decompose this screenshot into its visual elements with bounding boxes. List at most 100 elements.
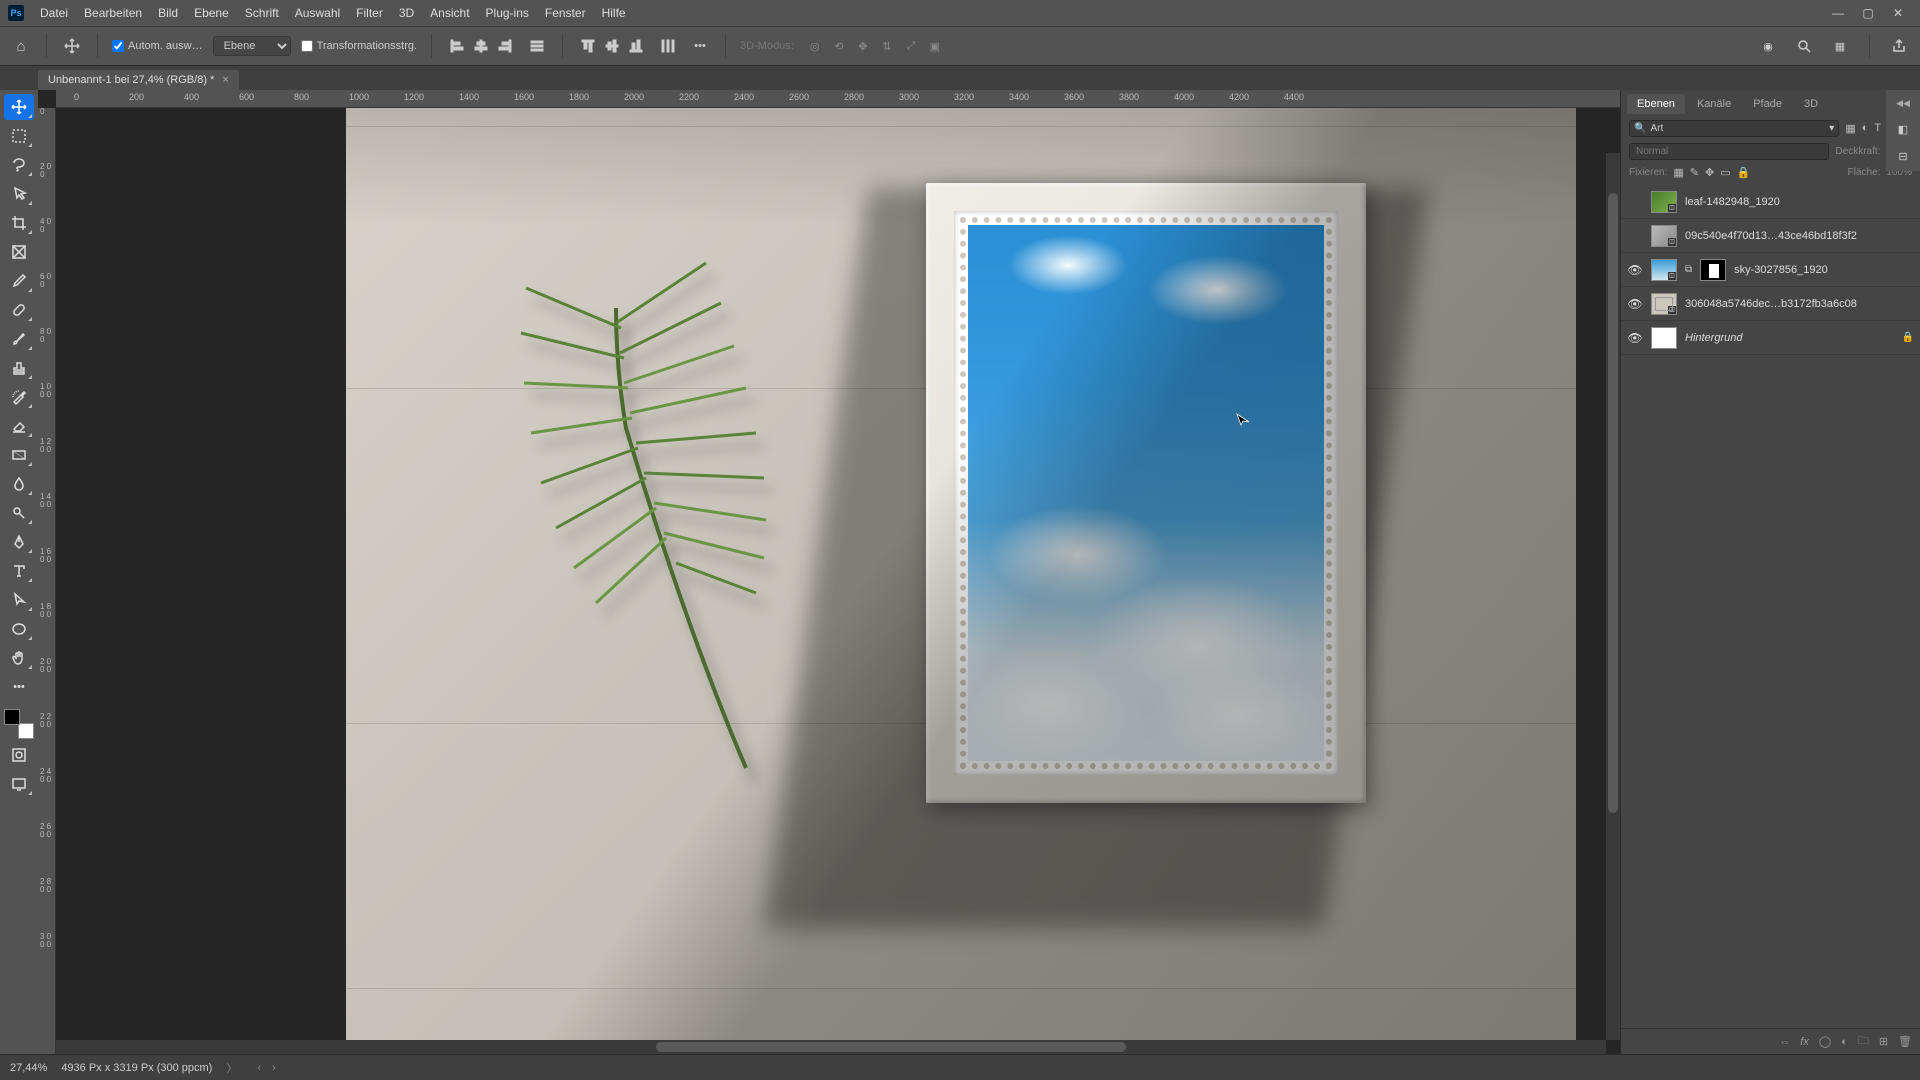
move-tool[interactable] (4, 94, 34, 120)
auto-select-checkbox[interactable]: Autom. ausw… (112, 40, 203, 52)
layer-name[interactable]: leaf-1482948_1920 (1685, 196, 1914, 208)
transform-controls-checkbox[interactable]: Transformationsstrg. (301, 40, 417, 52)
workspace-icon[interactable]: ▦ (1829, 35, 1851, 57)
visibility-toggle[interactable]: 👁 (1627, 263, 1643, 277)
menu-schrift[interactable]: Schrift (237, 3, 287, 23)
move-tool-icon[interactable] (61, 35, 83, 57)
type-tool[interactable] (4, 558, 34, 584)
menu-hilfe[interactable]: Hilfe (594, 3, 634, 23)
stamp-tool[interactable] (4, 355, 34, 381)
mask-icon[interactable]: ◯ (1819, 1035, 1831, 1048)
align-middle-icon[interactable] (601, 35, 623, 57)
eyedropper-tool[interactable] (4, 268, 34, 294)
horizontal-scrollbar[interactable] (56, 1040, 1606, 1054)
layer-row[interactable]: 👁 Hintergrund 🔒 (1621, 321, 1920, 355)
crop-tool[interactable] (4, 210, 34, 236)
properties-panel-icon[interactable]: ⊟ (1898, 150, 1907, 163)
dodge-tool[interactable] (4, 500, 34, 526)
tab-3d[interactable]: 3D (1794, 94, 1828, 114)
group-icon[interactable]: 🗀 (1858, 1032, 1869, 1051)
canvas[interactable] (56, 108, 1620, 1054)
auto-select-target[interactable]: Ebene (213, 36, 291, 56)
menu-3d[interactable]: 3D (391, 3, 422, 23)
adjustment-icon[interactable]: ◐ (1841, 1036, 1848, 1048)
fx-icon[interactable]: fx (1800, 1036, 1809, 1048)
home-icon[interactable]: ⌂ (10, 35, 32, 57)
visibility-toggle[interactable]: 👁 (1627, 331, 1643, 345)
lasso-tool[interactable] (4, 152, 34, 178)
shape-tool[interactable] (4, 616, 34, 642)
vertical-scrollbar[interactable] (1606, 153, 1620, 1040)
tab-paths[interactable]: Pfade (1743, 94, 1792, 114)
share-icon[interactable] (1888, 35, 1910, 57)
layer-filter[interactable]: 🔍 Art ▾ (1629, 120, 1839, 137)
maximize-button[interactable]: ▢ (1860, 5, 1876, 21)
color-panel-icon[interactable]: ◧ (1898, 123, 1908, 136)
layer-row[interactable]: ◫ 09c540e4f70d13…43ce46bd18f3f2 (1621, 219, 1920, 253)
lock-icons[interactable]: ▦✎✥▭🔒 (1673, 166, 1750, 179)
eraser-tool[interactable] (4, 413, 34, 439)
close-tab-icon[interactable]: × (222, 74, 228, 86)
layer-name[interactable]: Hintergrund (1685, 332, 1894, 344)
align-right-icon[interactable] (494, 35, 516, 57)
lock-icon[interactable]: 🔒 (1902, 332, 1914, 343)
menu-fenster[interactable]: Fenster (537, 3, 594, 23)
pen-tool[interactable] (4, 529, 34, 555)
tab-layers[interactable]: Ebenen (1627, 94, 1685, 114)
gradient-tool[interactable] (4, 442, 34, 468)
search-icon[interactable] (1793, 35, 1815, 57)
minimize-button[interactable]: — (1830, 5, 1846, 21)
expand-arrow-icon[interactable]: ◀◀ (1896, 98, 1910, 109)
brush-tool[interactable] (4, 326, 34, 352)
tab-channels[interactable]: Kanäle (1687, 94, 1741, 114)
layer-thumbnail[interactable]: ◫ (1651, 225, 1677, 247)
ruler-vertical[interactable]: 02 0 04 0 06 0 08 0 01 0 0 01 2 0 01 4 0… (38, 108, 56, 1054)
layer-thumbnail[interactable] (1651, 327, 1677, 349)
layer-thumbnail[interactable]: ◫ (1651, 191, 1677, 213)
layer-thumbnail[interactable]: ◫ (1651, 259, 1677, 281)
layer-row[interactable]: 👁 ◫ 306048a5746dec…b3172fb3a6c08 (1621, 287, 1920, 321)
link-layers-icon[interactable]: ⇔ (1779, 1036, 1790, 1048)
history-brush-tool[interactable] (4, 384, 34, 410)
layer-row[interactable]: 👁◫⧉sky-3027856_1920 (1621, 253, 1920, 287)
layer-thumbnail[interactable]: ◫ (1651, 293, 1677, 315)
close-button[interactable]: ✕ (1890, 5, 1906, 21)
menu-bearbeiten[interactable]: Bearbeiten (76, 3, 150, 23)
layer-name[interactable]: sky-3027856_1920 (1734, 264, 1914, 276)
delete-layer-icon[interactable]: 🗑 (1898, 1035, 1912, 1048)
selection-tool[interactable] (4, 181, 34, 207)
align-more-icon[interactable] (526, 35, 548, 57)
menu-auswahl[interactable]: Auswahl (287, 3, 348, 23)
screen-mode-tool[interactable] (4, 771, 34, 797)
menu-ebene[interactable]: Ebene (186, 3, 237, 23)
visibility-toggle[interactable]: 👁 (1627, 297, 1643, 311)
frame-tool[interactable] (4, 239, 34, 265)
quick-mask-tool[interactable] (4, 742, 34, 768)
path-select-tool[interactable] (4, 587, 34, 613)
layer-name[interactable]: 09c540e4f70d13…43ce46bd18f3f2 (1685, 230, 1914, 242)
menu-filter[interactable]: Filter (348, 3, 391, 23)
align-top-icon[interactable] (577, 35, 599, 57)
zoom-level[interactable]: 27,44% (10, 1062, 47, 1074)
layer-row[interactable]: ◫ leaf-1482948_1920 (1621, 185, 1920, 219)
marquee-tool[interactable] (4, 123, 34, 149)
layer-name[interactable]: 306048a5746dec…b3172fb3a6c08 (1685, 298, 1914, 310)
distribute-icon[interactable] (657, 35, 679, 57)
status-nav[interactable]: ‹ › (257, 1062, 279, 1074)
color-swatches[interactable] (4, 709, 34, 739)
more-tools-icon[interactable]: ••• (4, 674, 34, 700)
align-bottom-icon[interactable] (625, 35, 647, 57)
align-center-h-icon[interactable] (470, 35, 492, 57)
blend-mode-select[interactable]: Normal (1629, 143, 1829, 160)
cloud-docs-icon[interactable]: ◉ (1757, 35, 1779, 57)
menu-ansicht[interactable]: Ansicht (422, 3, 477, 23)
ruler-horizontal[interactable]: 0200400600800100012001400160018002000220… (56, 90, 1620, 108)
new-layer-icon[interactable]: ⊞ (1879, 1035, 1888, 1048)
more-options-icon[interactable]: ••• (689, 35, 711, 57)
blur-tool[interactable] (4, 471, 34, 497)
document-tab[interactable]: Unbenannt-1 bei 27,4% (RGB/8) * × (38, 70, 239, 90)
align-left-icon[interactable] (446, 35, 468, 57)
menu-datei[interactable]: Datei (32, 3, 76, 23)
hand-tool[interactable] (4, 645, 34, 671)
menu-bild[interactable]: Bild (150, 3, 186, 23)
